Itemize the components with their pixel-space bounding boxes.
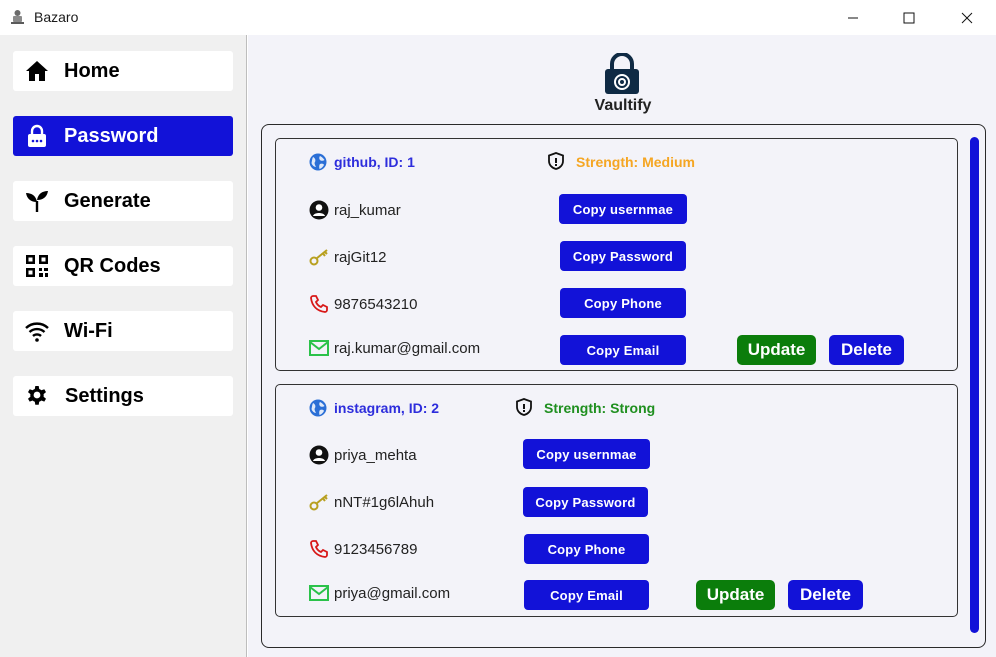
delete-button[interactable]: Delete [788,580,863,610]
sidebar-item-label: Home [64,60,120,82]
sidebar-item-settings[interactable]: Settings [13,376,233,416]
globe-icon [309,153,327,171]
copy-phone-button[interactable]: Copy Phone [524,534,649,564]
sidebar-item-password[interactable]: Password [13,116,233,156]
copy-username-button[interactable]: Copy usernmae [559,194,687,224]
padlock-icon [605,53,639,94]
sidebar: Home Password Generate QR Codes Wi-Fi Se… [0,35,247,657]
copy-phone-button[interactable]: Copy Phone [560,288,686,318]
sidebar-item-label: Wi-Fi [64,320,113,342]
phone-icon [309,294,329,314]
copy-password-button[interactable]: Copy Password [560,241,686,271]
copy-password-button[interactable]: Copy Password [523,487,648,517]
delete-button[interactable]: Delete [829,335,904,365]
brand-name: Vaultify [594,97,652,114]
sidebar-item-home[interactable]: Home [13,51,233,91]
lock-icon [25,124,49,148]
user-icon [309,445,329,465]
sidebar-item-generate[interactable]: Generate [13,181,233,221]
sidebar-item-label: Generate [64,190,151,212]
sidebar-item-label: Settings [65,385,144,407]
site-label: github, ID: 1 [334,154,415,170]
sprout-icon [25,189,49,213]
username-value: priya_mehta [334,447,417,464]
password-entry-card: github, ID: 1 Strength: Medium raj_kumar… [275,138,958,371]
phone-value: 9123456789 [334,541,418,558]
maximize-button[interactable] [886,0,932,35]
update-button[interactable]: Update [737,335,816,365]
sidebar-item-wi-fi[interactable]: Wi-Fi [13,311,233,351]
site-label: instagram, ID: 2 [334,400,440,416]
email-icon [309,338,329,358]
copy-email-button[interactable]: Copy Email [524,580,649,610]
copy-username-button[interactable]: Copy usernmae [523,439,650,469]
qr-code-icon [25,254,49,278]
password-entry-card: instagram, ID: 2 Strength: Strong priya_… [275,384,958,617]
email-value: raj.kumar@gmail.com [334,340,481,357]
password-value: rajGit12 [334,249,387,266]
maximize-icon [903,12,915,23]
home-icon [25,59,49,83]
sidebar-item-qr-codes[interactable]: QR Codes [13,246,233,286]
shield-icon [516,398,532,416]
close-button[interactable] [944,0,990,35]
shield-icon [548,152,564,170]
scrollbar[interactable] [970,137,979,633]
username-value: raj_kumar [334,202,401,219]
phone-icon [309,539,329,559]
copy-email-button[interactable]: Copy Email [560,335,686,365]
close-icon [961,12,973,23]
user-icon [309,200,329,220]
minimize-button[interactable] [830,0,876,35]
key-icon [309,492,329,512]
sidebar-item-label: QR Codes [64,255,161,277]
strength-label: Strength: Strong [544,400,656,416]
gear-icon [25,384,49,408]
update-button[interactable]: Update [696,580,775,610]
key-icon [309,247,329,267]
phone-value: 9876543210 [334,296,418,313]
minimize-icon [848,17,858,18]
email-value: priya@gmail.com [334,585,451,602]
app-icon [11,10,24,24]
globe-icon [309,399,327,417]
password-value: nNT#1g6lAhuh [334,494,435,511]
email-icon [309,583,329,603]
window-title: Bazaro [34,9,79,25]
sidebar-item-label: Password [64,125,159,147]
main-content: Vaultify github, ID: 1 Strength: Medium … [248,35,996,657]
title-bar: Bazaro [0,0,996,35]
wifi-icon [25,319,49,343]
strength-label: Strength: Medium [576,154,695,170]
